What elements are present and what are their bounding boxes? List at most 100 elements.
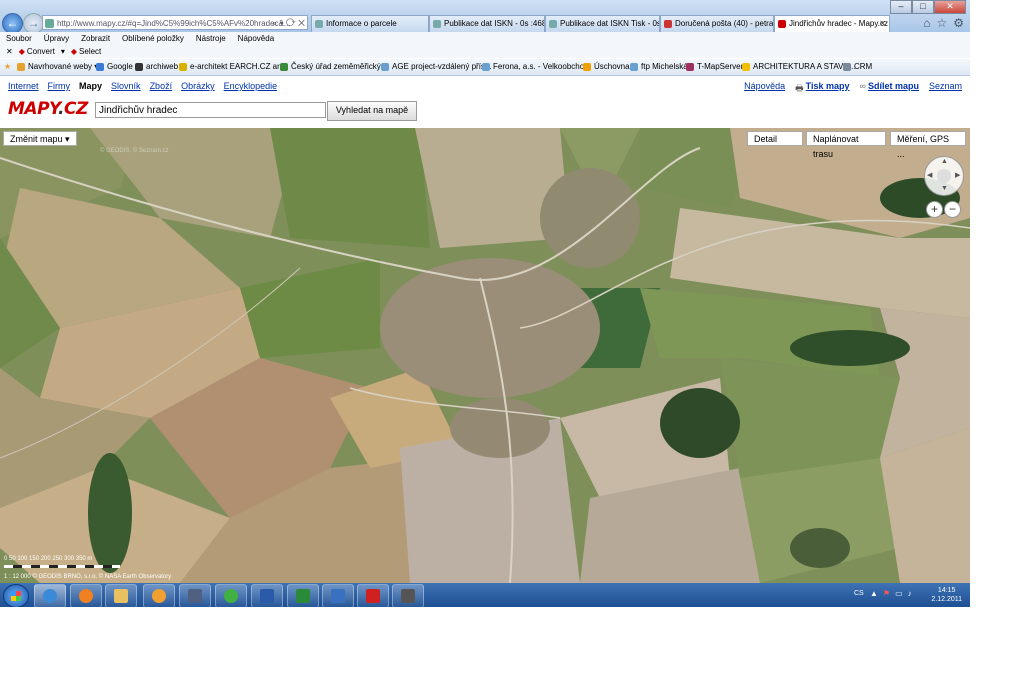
fav-ftp[interactable]: ftp Michelská [630,59,688,75]
route-button[interactable]: Naplánovat trasu [806,131,886,159]
forward-button[interactable]: → [23,13,44,34]
menu-nastroje[interactable]: Nástroje [190,32,232,45]
fav-uschovna[interactable]: Úschovna [583,59,630,75]
nav-mapy[interactable]: Mapy [79,81,102,91]
help-link[interactable]: Nápověda [744,81,785,97]
close-window-button[interactable]: ✕ [934,0,966,14]
nav-slovnik[interactable]: Slovník [111,81,141,91]
map-view[interactable]: Změnit mapu ▾ Detail Naplánovat trasu Mě… [0,128,970,583]
gmail-icon [664,20,672,28]
clock[interactable]: 14:15 2.12.2011 [931,586,962,604]
fav-icon [179,63,187,71]
fav-navrhovane[interactable]: Navrhované weby ▾ [17,59,98,75]
taskbar-word[interactable] [251,584,283,607]
fav-cuzk[interactable]: Český úřad zeměměřický ... [280,59,390,75]
ie-icon [43,589,57,603]
menu-oblibene[interactable]: Oblíbené položky [116,32,190,45]
taskbar-app-dark[interactable] [392,584,424,607]
clock-time: 14:15 [937,587,956,594]
fav-earchitekt[interactable]: e-architekt EARCH.CZ ar... [179,59,286,75]
taskbar-app-grid[interactable] [179,584,211,607]
tab-informace[interactable]: Informace o parcele [311,15,429,32]
search-button[interactable]: Vyhledat na mapě [327,101,417,121]
tab-gmail[interactable]: Doručená pošta (40) - petra.m... [660,15,774,32]
favorites-star-icon[interactable]: ★ [4,59,11,75]
taskbar-media[interactable] [70,584,102,607]
gear-icon[interactable]: ⚙ [953,16,964,30]
close-tab-icon[interactable]: ✕ [879,16,886,32]
nav-internet[interactable]: Internet [8,81,39,91]
convert-button[interactable]: Convert [27,45,55,58]
taskbar-ie[interactable] [34,584,66,607]
start-button[interactable] [3,584,29,607]
taskbar-explorer[interactable] [105,584,137,607]
change-map-button[interactable]: Změnit mapu ▾ [3,131,77,146]
browser-right-icons: ⌂ ☆ ⚙ [923,16,964,30]
screen: – □ ✕ ← → http://www.mapy.cz/#q=Jind%C5%… [0,0,1023,682]
pan-left-icon[interactable]: ◀ [927,171,932,179]
dropdown-icon[interactable]: ▾ [61,45,65,58]
fav-archiweb[interactable]: archiweb [135,59,178,75]
menu-napoveda[interactable]: Nápověda [232,32,280,45]
mapy-logo[interactable]: MAPY.CZ [8,99,88,119]
fav-label: archiweb [146,62,179,71]
tab-mapy[interactable]: Jindřichův hradec - Mapy.cz ✕ [774,15,890,32]
menu-soubor[interactable]: Soubor [0,32,38,45]
fav-ferona[interactable]: Ferona, a.s. - Velkoobcho... [482,59,591,75]
select-icon: ◆ [70,47,78,56]
share-map-link[interactable]: Sdílet mapu [868,81,919,97]
word-icon [260,589,274,603]
home-icon[interactable]: ⌂ [923,16,930,30]
menu-upravy[interactable]: Úpravy [38,32,75,45]
language-indicator[interactable]: CS [854,590,864,597]
close-toolbar-icon[interactable]: ✕ [6,45,13,58]
taskbar-app-blue[interactable] [322,584,354,607]
address-text: http://www.mapy.cz/#q=Jind%C5%99ich%C5%A… [57,19,291,28]
print-icon: 🖶 [795,83,804,93]
taskbar-pdf[interactable] [357,584,389,607]
nav-firmy[interactable]: Firmy [48,81,71,91]
nav-obrazky[interactable]: Obrázky [181,81,215,91]
back-button[interactable]: ← [2,13,23,34]
nav-zbozi[interactable]: Zboží [150,81,173,91]
fav-age[interactable]: AGE project-vzdálený přís... [381,59,492,75]
taskbar-excel[interactable] [287,584,319,607]
fav-crm[interactable]: CRM [843,59,872,75]
pan-up-icon[interactable]: ▲ [941,158,948,165]
fav-tmapserver[interactable]: T-MapServer [686,59,743,75]
fav-google[interactable]: Google [96,59,133,75]
taskbar-app-green[interactable] [215,584,247,607]
print-map-link[interactable]: Tisk mapy [806,81,850,97]
volume-icon[interactable]: ♪ [908,589,912,598]
pan-right-icon[interactable]: ▶ [955,171,960,179]
pan-down-icon[interactable]: ▼ [941,185,948,192]
detail-button[interactable]: Detail [747,131,803,146]
zoom-out-button[interactable]: − [944,201,961,218]
show-hidden-icon[interactable]: ▲ [870,589,878,598]
zoom-in-button[interactable]: + [926,201,943,218]
select-button[interactable]: Select [79,45,101,58]
tab-label: Doručená pošta (40) - petra.m... [675,19,774,28]
minimize-button[interactable]: – [890,0,912,14]
pan-control[interactable]: ▲ ▼ ◀ ▶ [924,156,964,196]
network-icon[interactable]: ▭ [895,589,903,598]
measure-button[interactable]: Měření, GPS ... [890,131,966,159]
address-tools-icon[interactable]: ⌕ ▾ ⟳ ✕ [272,16,305,29]
address-bar[interactable]: http://www.mapy.cz/#q=Jind%C5%99ich%C5%A… [42,15,308,30]
favorites-star-icon[interactable]: ☆ [936,16,947,30]
fav-architektura[interactable]: ARCHITEKTURA A STAVE... [742,59,855,75]
maximize-button[interactable]: □ [912,0,934,14]
nav-encyklopedie[interactable]: Encyklopedie [224,81,278,91]
flag-icon[interactable]: ⚑ [883,589,890,598]
taskbar-app-orange[interactable] [143,584,175,607]
menu-bar: Soubor Úpravy Zobrazit Oblíbené položky … [0,32,970,45]
menu-zobrazit[interactable]: Zobrazit [75,32,116,45]
change-map-label: Změnit mapu [10,134,63,144]
seznam-link[interactable]: Seznam [929,81,962,97]
search-input[interactable] [95,102,326,118]
tab-publikace-1[interactable]: Publikace dat ISKN - 0s :468ms... [429,15,545,32]
fav-icon [583,63,591,71]
chevron-down-icon: ▾ [65,134,70,144]
app-icon [401,589,415,603]
tab-publikace-2[interactable]: Publikace dat ISKN Tisk - 0s :84... [545,15,660,32]
